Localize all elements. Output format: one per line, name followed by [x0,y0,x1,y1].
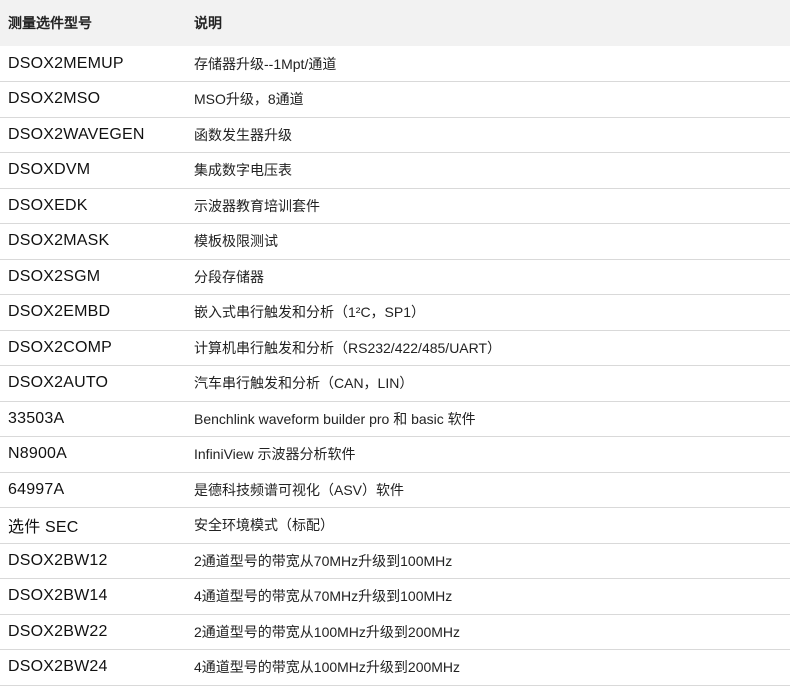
description-cell: 是德科技频谱可视化（ASV）软件 [194,481,405,498]
description-cell: 安全环境模式（标配） [194,517,334,534]
model-cell: DSOX2MASK [8,232,110,250]
description-cell: 4通道型号的带宽从70MHz升级到100MHz [194,588,453,605]
model-cell: 33503A [8,409,65,427]
table-row: DSOX2BW14 4通道型号的带宽从70MHz升级到100MHz [0,579,790,614]
table-row: DSOXDVM 集成数字电压表 [0,153,790,188]
header-model: 测量选件型号 [8,15,92,31]
model-cell: DSOX2BW14 [8,587,108,605]
model-cell: DSOX2BW24 [8,658,108,676]
description-cell: 集成数字电压表 [194,162,292,179]
table-row: DSOX2EMBD 嵌入式串行触发和分析（1²C，SP1） [0,295,790,330]
model-cell: DSOXEDK [8,196,88,214]
model-cell: DSOX2SGM [8,267,101,285]
table-row: DSOX2MASK 模板极限测试 [0,224,790,259]
table-row: DSOXEDK 示波器教育培训套件 [0,188,790,224]
description-cell: 4通道型号的带宽从100MHz升级到200MHz [194,659,461,676]
table-row: DSOX2BW24 4通道型号的带宽从100MHz升级到200MHz [0,650,790,685]
description-cell: 分段存储器 [194,268,264,285]
description-cell: 计算机串行触发和分析（RS232/422/485/UART） [194,339,502,356]
description-cell: Benchlink waveform builder pro 和 basic 软… [194,410,476,427]
description-cell: InfiniView 示波器分析软件 [194,446,356,463]
table-row: DSOX2COMP 计算机串行触发和分析（RS232/422/485/UART） [0,330,790,366]
description-cell: 示波器教育培训套件 [194,197,320,214]
table-row: DSOX2AUTO 汽车串行触发和分析（CAN，LIN） [0,366,790,401]
description-cell: MSO升级，8通道 [194,90,304,107]
model-cell: DSOX2MSO [8,89,101,107]
model-cell: N8900A [8,445,68,463]
description-cell: 汽车串行触发和分析（CAN，LIN） [194,375,414,392]
model-cell: 64997A [8,480,65,498]
model-cell: DSOX2BW22 [8,622,108,640]
description-cell: 存储器升级--1Mpt/通道 [194,55,337,72]
description-cell: 嵌入式串行触发和分析（1²C，SP1） [194,304,426,321]
model-cell: 选件 SEC [8,519,79,537]
table-row: DSOX2MEMUP 存储器升级--1Mpt/通道 [0,46,790,82]
description-cell: 2通道型号的带宽从70MHz升级到100MHz [194,552,453,569]
description-cell: 函数发生器升级 [194,126,292,143]
description-cell: 模板极限测试 [194,233,278,250]
header-description: 说明 [194,15,222,31]
table-row: DSOX2BW22 2通道型号的带宽从100MHz升级到200MHz [0,614,790,650]
table-row: 33503A Benchlink waveform builder pro 和 b… [0,401,790,437]
model-cell: DSOX2BW12 [8,551,108,569]
table-row: DSOX2MSO MSO升级，8通道 [0,82,790,117]
model-cell: DSOX2EMBD [8,303,111,321]
table-row: N8900A InfiniView 示波器分析软件 [0,437,790,472]
table-row: DSOX2SGM 分段存储器 [0,259,790,295]
table-row: DSOX2WAVEGEN 函数发生器升级 [0,117,790,153]
model-cell: DSOX2MEMUP [8,54,124,72]
options-table: 测量选件型号 说明 DSOX2MEMUP 存储器升级--1Mpt/通道 DSOX2M… [0,0,790,686]
model-cell: DSOXDVM [8,161,91,179]
model-cell: DSOX2WAVEGEN [8,125,145,143]
table-row: 选件 SEC 安全环境模式（标配） [0,508,790,543]
table-header-row: 测量选件型号 说明 [0,0,790,46]
model-cell: DSOX2COMP [8,338,113,356]
table-row: DSOX2BW12 2通道型号的带宽从70MHz升级到100MHz [0,543,790,579]
table-row: 64997A 是德科技频谱可视化（ASV）软件 [0,472,790,508]
model-cell: DSOX2AUTO [8,374,109,392]
table-body: DSOX2MEMUP 存储器升级--1Mpt/通道 DSOX2MSO MSO升级，8通… [0,46,790,685]
description-cell: 2通道型号的带宽从100MHz升级到200MHz [194,623,461,640]
